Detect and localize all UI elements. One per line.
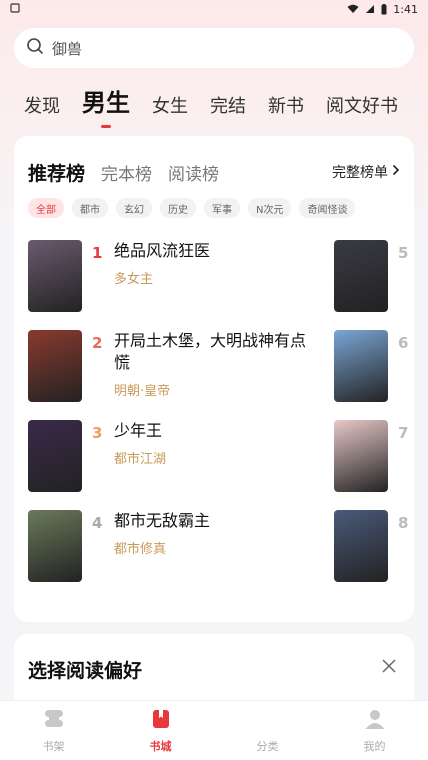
ranking-header: 推荐榜 完本榜 阅读榜 完整榜单 xyxy=(28,158,400,186)
tab-completed-rank[interactable]: 完本榜 xyxy=(101,160,152,185)
nav-bookshelf[interactable]: 书架 xyxy=(14,707,94,754)
nav-label: 我的 xyxy=(363,740,386,753)
signal-icon xyxy=(365,4,375,14)
tab-completed[interactable]: 完结 xyxy=(210,92,246,124)
active-tab-indicator xyxy=(101,125,111,128)
search-bar[interactable]: 御兽 xyxy=(14,28,414,68)
profile-icon xyxy=(363,707,387,735)
book-info: 都市无敌霸主 都市修真 xyxy=(114,510,314,582)
rank-number: 8 xyxy=(398,514,409,532)
side-book-item[interactable]: 6 xyxy=(334,330,408,402)
tab-new-books[interactable]: 新书 xyxy=(268,92,304,124)
book-info: 少年王 都市江湖 xyxy=(114,420,314,492)
rank-number: 7 xyxy=(398,424,409,442)
status-bar: 1:41 xyxy=(0,0,428,18)
chip-urban[interactable]: 都市 xyxy=(72,198,108,218)
full-list-label: 完整榜单 xyxy=(332,165,388,181)
book-category: 都市修真 xyxy=(114,542,167,557)
channel-tabs: 发现 男生 女生 完结 新书 阅文好书 xyxy=(0,83,428,128)
rank-number: 2 xyxy=(92,334,103,352)
book-category: 明朝·皇帝 xyxy=(114,384,171,399)
full-list-link[interactable]: 完整榜单 xyxy=(332,162,400,182)
rank-number: 1 xyxy=(92,244,103,262)
chip-history[interactable]: 历史 xyxy=(160,198,196,218)
book-cover xyxy=(28,420,82,492)
side-book-item[interactable]: 7 xyxy=(334,420,408,492)
genre-chips: 全部 都市 玄幻 历史 军事 N次元 奇闻怪谈 xyxy=(28,198,356,218)
side-book-item[interactable]: 8 xyxy=(334,510,408,582)
book-cover xyxy=(334,240,388,312)
battery-icon xyxy=(381,3,387,15)
search-placeholder: 御兽 xyxy=(52,39,83,58)
nav-profile[interactable]: 我的 xyxy=(335,707,415,754)
chip-strange-tales[interactable]: 奇闻怪谈 xyxy=(299,198,356,218)
bookshelf-icon xyxy=(42,707,66,735)
status-time: 1:41 xyxy=(393,2,418,16)
book-item[interactable]: 2 开局土木堡，大明战神有点慌 明朝·皇帝 xyxy=(28,330,314,402)
book-cover xyxy=(334,510,388,582)
rank-number: 6 xyxy=(398,334,409,352)
status-right: 1:41 xyxy=(347,3,418,16)
rank-number: 4 xyxy=(92,514,103,532)
nav-label: 书城 xyxy=(149,740,172,753)
nav-bookstore[interactable]: 书城 xyxy=(121,707,201,754)
book-title: 都市无敌霸主 xyxy=(114,511,211,530)
preference-title: 选择阅读偏好 xyxy=(28,660,143,682)
book-cover xyxy=(334,330,388,402)
book-info: 开局土木堡，大明战神有点慌 明朝·皇帝 xyxy=(114,330,314,402)
book-title: 少年王 xyxy=(114,421,163,440)
nav-label: 书架 xyxy=(42,740,65,753)
tab-yuewen-good-books[interactable]: 阅文好书 xyxy=(326,92,398,124)
app-notification-icon xyxy=(10,2,20,16)
book-cover xyxy=(28,330,82,402)
status-left xyxy=(10,2,20,16)
search-icon xyxy=(26,37,44,59)
bottom-nav: 书架 书城 分类 我的 xyxy=(0,700,428,760)
book-cover xyxy=(28,510,82,582)
book-title: 开局土木堡，大明战神有点慌 xyxy=(114,331,307,372)
book-category: 多女主 xyxy=(114,272,154,287)
chip-fantasy[interactable]: 玄幻 xyxy=(116,198,152,218)
tab-male[interactable]: 男生 xyxy=(82,83,130,128)
book-category: 都市江湖 xyxy=(114,452,167,467)
chip-all[interactable]: 全部 xyxy=(28,198,64,218)
tab-female[interactable]: 女生 xyxy=(152,92,188,124)
tab-reading-rank[interactable]: 阅读榜 xyxy=(168,160,219,185)
tab-recommend-rank[interactable]: 推荐榜 xyxy=(28,159,85,186)
wifi-icon xyxy=(347,4,359,14)
nav-label: 分类 xyxy=(256,740,279,753)
rank-number: 3 xyxy=(92,424,103,442)
book-item[interactable]: 4 都市无敌霸主 都市修真 xyxy=(28,510,314,582)
chevron-right-icon xyxy=(392,164,400,180)
side-book-item[interactable]: 5 xyxy=(334,240,408,312)
bookstore-icon xyxy=(149,707,173,735)
chip-n-dimension[interactable]: N次元 xyxy=(248,198,292,218)
close-icon[interactable] xyxy=(382,658,396,677)
rank-number: 5 xyxy=(398,244,409,262)
book-cover xyxy=(28,240,82,312)
book-cover xyxy=(334,420,388,492)
book-item[interactable]: 3 少年王 都市江湖 xyxy=(28,420,314,492)
book-title: 绝品风流狂医 xyxy=(114,241,211,260)
chip-military[interactable]: 军事 xyxy=(204,198,240,218)
book-item[interactable]: 1 绝品风流狂医 多女主 xyxy=(28,240,314,312)
tab-discover[interactable]: 发现 xyxy=(24,92,60,124)
ranking-card: 推荐榜 完本榜 阅读榜 完整榜单 全部 都市 玄幻 历史 军事 N次元 奇闻怪谈… xyxy=(14,136,414,622)
nav-category[interactable]: 分类 xyxy=(228,707,308,754)
category-icon xyxy=(256,707,280,735)
book-info: 绝品风流狂医 多女主 xyxy=(114,240,314,312)
